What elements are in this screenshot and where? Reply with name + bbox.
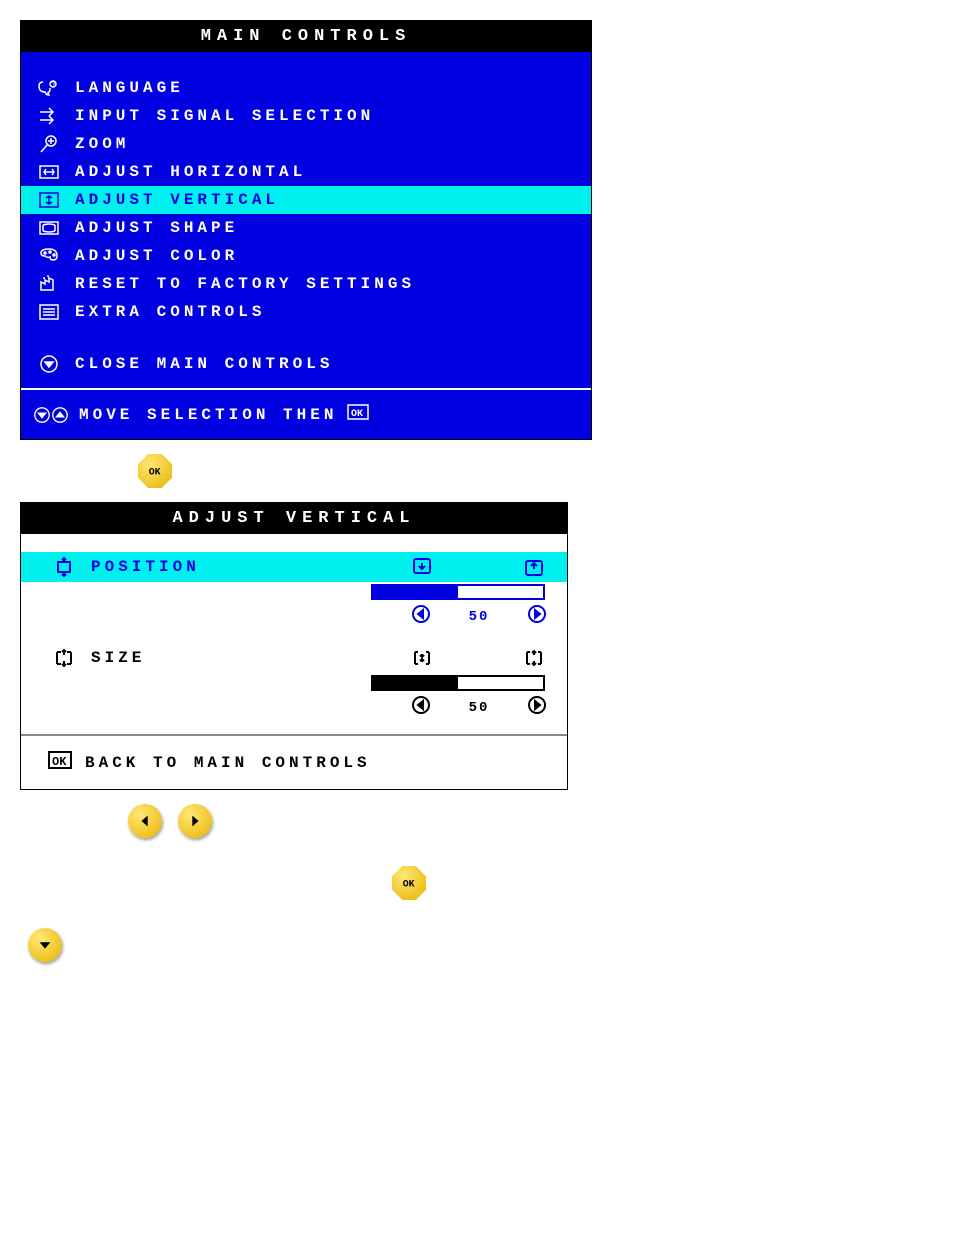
main-controls-body: ? LANGUAGE INPUT SIGNAL SELECTION ZOOM xyxy=(21,52,591,439)
svg-text:OK: OK xyxy=(149,467,161,478)
svg-text:OK: OK xyxy=(403,879,415,890)
left-button[interactable] xyxy=(128,804,162,838)
size-decrease-icon[interactable] xyxy=(411,695,431,720)
menu-label: ZOOM xyxy=(65,135,129,153)
svg-text:?: ? xyxy=(51,81,56,90)
right-button[interactable] xyxy=(178,804,212,838)
adjust-vertical-title: ADJUST VERTICAL xyxy=(21,503,567,534)
menu-item-zoom[interactable]: ZOOM xyxy=(21,130,591,158)
ok-icon: OK xyxy=(347,404,369,425)
menu-item-reset-factory[interactable]: RESET TO FACTORY SETTINGS xyxy=(21,270,591,298)
menu-item-adjust-shape[interactable]: ADJUST SHAPE xyxy=(21,214,591,242)
menu-item-adjust-horizontal[interactable]: ADJUST HORIZONTAL xyxy=(21,158,591,186)
adjust-body: POSITION 50 xyxy=(21,534,567,789)
size-value: 50 xyxy=(431,700,527,716)
menu-label: RESET TO FACTORY SETTINGS xyxy=(65,275,415,293)
factory-icon xyxy=(33,274,65,294)
size-grow-icon xyxy=(523,648,545,668)
position-row[interactable]: POSITION xyxy=(21,552,567,582)
menu-item-adjust-vertical[interactable]: ADJUST VERTICAL xyxy=(21,186,591,214)
size-shrink-icon xyxy=(411,648,433,668)
menu-label: ADJUST SHAPE xyxy=(65,219,238,237)
menu-item-adjust-color[interactable]: ADJUST COLOR xyxy=(21,242,591,270)
up-down-icons xyxy=(33,406,69,424)
menu-item-language[interactable]: ? LANGUAGE xyxy=(21,74,591,102)
menu-item-extra-controls[interactable]: EXTRA CONTROLS xyxy=(21,298,591,326)
svg-text:OK: OK xyxy=(351,409,363,420)
menu-item-input-signal[interactable]: INPUT SIGNAL SELECTION xyxy=(21,102,591,130)
position-slider[interactable] xyxy=(371,584,545,600)
language-icon: ? xyxy=(33,78,65,98)
size-slider[interactable] xyxy=(371,675,545,691)
menu-item-close[interactable]: CLOSE MAIN CONTROLS xyxy=(21,350,591,378)
position-icon xyxy=(47,556,81,578)
adjust-vertical-icon xyxy=(33,190,65,210)
footer-label: MOVE SELECTION THEN xyxy=(69,406,337,424)
menu-label: ADJUST COLOR xyxy=(65,247,238,265)
position-increase-icon[interactable] xyxy=(527,604,547,629)
back-row[interactable]: OK BACK TO MAIN CONTROLS xyxy=(21,734,567,789)
adjust-shape-icon xyxy=(33,218,65,238)
adjust-horizontal-icon xyxy=(33,162,65,182)
main-controls-title: MAIN CONTROLS xyxy=(21,21,591,52)
size-row[interactable]: SIZE xyxy=(21,643,567,673)
adjust-vertical-panel: ADJUST VERTICAL POSITION 50 xyxy=(20,502,568,790)
menu-label: LANGUAGE xyxy=(65,79,184,97)
menu-label: INPUT SIGNAL SELECTION xyxy=(65,107,374,125)
menu-label: CLOSE MAIN CONTROLS xyxy=(65,355,333,373)
adjust-color-icon xyxy=(33,246,65,266)
position-decrease-icon[interactable] xyxy=(411,604,431,629)
zoom-icon xyxy=(33,134,65,154)
size-icon xyxy=(47,647,81,669)
position-down-edge-icon xyxy=(411,557,433,577)
position-value: 50 xyxy=(431,609,527,625)
size-increase-icon[interactable] xyxy=(527,695,547,720)
ok-button[interactable]: OK xyxy=(138,454,172,488)
down-button[interactable] xyxy=(28,928,62,962)
menu-label: EXTRA CONTROLS xyxy=(65,303,265,321)
close-down-icon xyxy=(33,354,65,374)
size-label: SIZE xyxy=(81,649,411,667)
ok-button-2[interactable]: OK xyxy=(392,866,426,900)
ok-box-icon: OK xyxy=(47,750,73,775)
position-label: POSITION xyxy=(81,558,411,576)
back-label: BACK TO MAIN CONTROLS xyxy=(73,754,371,772)
main-footer: MOVE SELECTION THEN OK xyxy=(21,388,591,439)
main-controls-panel: MAIN CONTROLS ? LANGUAGE INPUT SIGNAL SE… xyxy=(20,20,592,440)
input-signal-icon xyxy=(33,106,65,126)
menu-label: ADJUST HORIZONTAL xyxy=(65,163,306,181)
position-up-edge-icon xyxy=(523,557,545,577)
svg-text:OK: OK xyxy=(52,755,67,769)
menu-label: ADJUST VERTICAL xyxy=(65,191,279,209)
extra-controls-icon xyxy=(33,302,65,322)
